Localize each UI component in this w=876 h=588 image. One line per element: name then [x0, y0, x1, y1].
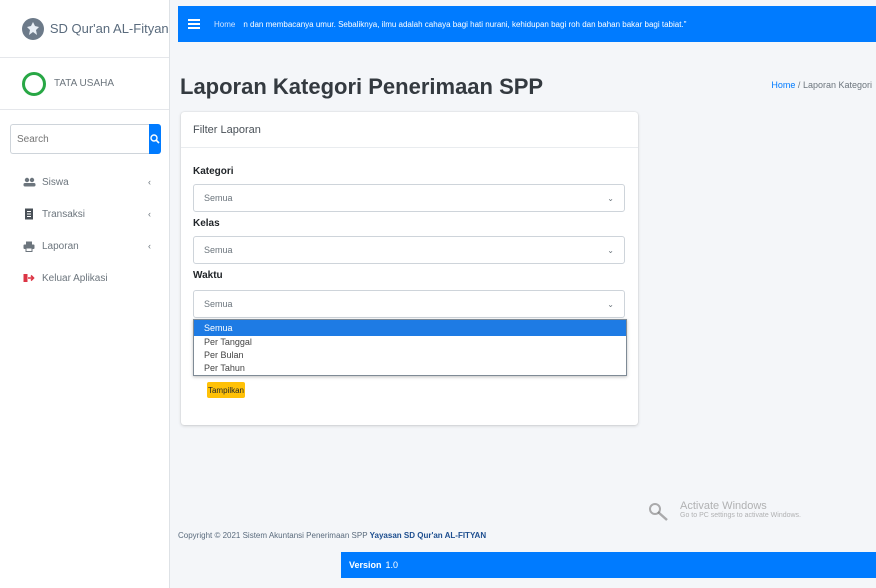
footer: Copyright © 2021 Sistem Akuntansi Peneri…: [178, 531, 486, 540]
user-panel[interactable]: TATA USAHA: [0, 58, 169, 110]
dropdown-option[interactable]: Semua: [194, 320, 626, 336]
activate-windows-watermark: Activate Windows Go to PC settings to ac…: [648, 500, 801, 522]
chevron-down-icon: ⌄: [607, 300, 614, 309]
chevron-left-icon: ‹: [148, 177, 151, 187]
version-bar: Version 1.0: [341, 552, 876, 578]
users-icon: [22, 176, 36, 188]
sidebar-item-label: Siswa: [42, 176, 69, 188]
kategori-value: Semua: [204, 193, 233, 203]
kelas-label: Kelas: [193, 218, 220, 229]
sidebar-item-label: Laporan: [42, 240, 79, 252]
logout-icon: [22, 272, 36, 284]
chevron-left-icon: ‹: [148, 209, 151, 219]
chevron-left-icon: ‹: [148, 241, 151, 251]
version-value: 1.0: [385, 560, 399, 570]
waktu-select[interactable]: Semua ⌄: [193, 290, 625, 318]
chevron-down-icon: ⌄: [607, 246, 614, 255]
sidebar-item-transaksi[interactable]: Transaksi ‹: [0, 198, 169, 230]
sidebar-search: [10, 124, 161, 154]
avatar: [22, 71, 46, 96]
navbar-home-link[interactable]: Home: [214, 20, 235, 29]
kelas-value: Semua: [204, 245, 233, 255]
breadcrumb-separator: /: [797, 80, 801, 90]
search-icon: [150, 134, 160, 144]
dropdown-option[interactable]: Per Tanggal: [194, 336, 626, 349]
waktu-dropdown: Semua Per Tanggal Per Bulan Per Tahun: [193, 319, 627, 376]
sidebar-item-label: Transaksi: [42, 208, 85, 220]
breadcrumb-current: Laporan Kategori: [802, 80, 872, 90]
page-title: Laporan Kategori Penerimaan SPP: [180, 74, 544, 99]
search-button[interactable]: [149, 124, 161, 154]
sidebar-item-label: Keluar Aplikasi: [42, 272, 108, 284]
chevron-down-icon: ⌄: [607, 194, 614, 203]
school-logo-icon: [22, 17, 44, 40]
kelas-select[interactable]: Semua ⌄: [193, 236, 625, 264]
navbar-marquee: n dan membacanya umur. Sebaliknya, ilmu …: [243, 19, 687, 29]
footer-copyright: Copyright © 2021 Sistem Akuntansi Peneri…: [178, 531, 368, 540]
printer-icon: [22, 240, 36, 252]
watermark-title: Activate Windows: [680, 500, 767, 512]
waktu-value: Semua: [204, 299, 233, 309]
waktu-label: Waktu: [193, 270, 223, 281]
receipt-icon: [22, 208, 36, 220]
menu-toggle-icon[interactable]: [188, 17, 200, 31]
dropdown-option[interactable]: Per Bulan: [194, 349, 626, 362]
key-icon: [649, 503, 668, 521]
filter-card: Filter Laporan Kategori Semua ⌄ Kelas Se…: [181, 112, 638, 425]
top-navbar: Home n dan membacanya umur. Sebaliknya, …: [178, 6, 876, 42]
dropdown-option[interactable]: Per Tahun: [194, 362, 626, 375]
sidebar: SD Qur'an AL-Fityan TATA USAHA Siswa ‹ T…: [0, 0, 170, 588]
user-name: TATA USAHA: [54, 78, 115, 89]
kategori-select[interactable]: Semua ⌄: [193, 184, 625, 212]
version-label: Version: [349, 560, 382, 570]
footer-org-link[interactable]: Yayasan SD Qur'an AL-FITYAN: [370, 531, 486, 540]
watermark-subtitle: Go to PC settings to activate Windows.: [680, 512, 801, 519]
sidebar-item-siswa[interactable]: Siswa ‹: [0, 166, 169, 198]
breadcrumb: Home / Laporan Kategori: [771, 80, 872, 90]
kategori-label: Kategori: [193, 166, 234, 177]
show-report-button[interactable]: Tampilkan: [207, 382, 245, 398]
search-input[interactable]: [10, 124, 149, 154]
breadcrumb-home[interactable]: Home: [771, 80, 795, 90]
card-header: Filter Laporan: [181, 112, 638, 148]
sidebar-item-laporan[interactable]: Laporan ‹: [0, 230, 169, 262]
sidebar-item-logout[interactable]: Keluar Aplikasi: [0, 262, 169, 294]
brand[interactable]: SD Qur'an AL-Fityan: [0, 0, 169, 58]
brand-text: SD Qur'an AL-Fityan: [49, 21, 169, 36]
